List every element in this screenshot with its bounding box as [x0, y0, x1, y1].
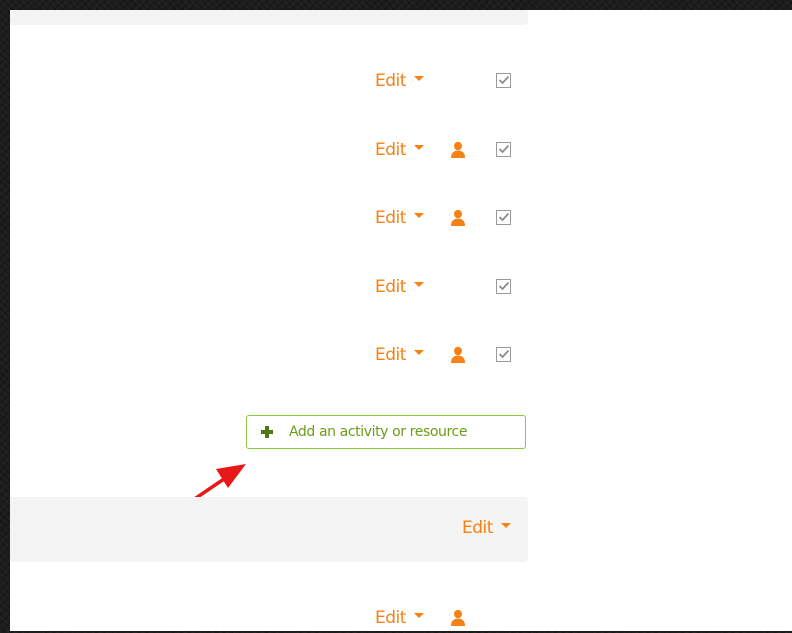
checkmark-icon: [498, 75, 510, 85]
section-header-top: [10, 10, 528, 25]
caret-down-icon: [500, 522, 511, 528]
user-icon: [451, 209, 465, 226]
activity-row: Edit: [10, 203, 528, 233]
checkmark-icon: [498, 281, 510, 291]
edit-menu[interactable]: Edit: [375, 71, 424, 91]
course-page: Edit Edit Edit Edit Edit Add an activity…: [10, 10, 792, 631]
activity-row: Edit: [10, 340, 528, 370]
edit-label: Edit: [375, 277, 406, 297]
edit-label: Edit: [375, 345, 406, 365]
checkmark-icon: [498, 349, 510, 359]
edit-label: Edit: [375, 140, 406, 160]
user-icon: [451, 609, 465, 626]
completion-checkbox[interactable]: [496, 347, 511, 362]
plus-icon: [261, 426, 273, 438]
completion-checkbox[interactable]: [496, 73, 511, 88]
checkmark-icon: [498, 212, 510, 222]
edit-menu[interactable]: Edit: [375, 208, 424, 228]
add-activity-label: Add an activity or resource: [289, 424, 468, 440]
caret-down-icon: [413, 212, 424, 218]
user-icon: [451, 141, 465, 158]
activity-row: Edit: [10, 603, 528, 633]
completion-checkbox[interactable]: [496, 142, 511, 157]
completion-checkbox[interactable]: [496, 210, 511, 225]
caret-down-icon: [413, 612, 424, 618]
section-header: Edit: [10, 497, 528, 562]
activity-row: Edit: [10, 135, 528, 165]
edit-menu[interactable]: Edit: [375, 140, 424, 160]
activity-row: Edit: [10, 272, 528, 302]
caret-down-icon: [413, 144, 424, 150]
user-icon: [451, 346, 465, 363]
checkmark-icon: [498, 144, 510, 154]
edit-label: Edit: [375, 608, 406, 628]
edit-label: Edit: [375, 71, 406, 91]
edit-label: Edit: [462, 518, 493, 538]
edit-menu[interactable]: Edit: [375, 345, 424, 365]
activity-row: Edit: [10, 66, 528, 96]
caret-down-icon: [413, 349, 424, 355]
edit-menu[interactable]: Edit: [375, 277, 424, 297]
caret-down-icon: [413, 75, 424, 81]
section-edit-menu[interactable]: Edit: [462, 518, 511, 538]
completion-checkbox[interactable]: [496, 279, 511, 294]
caret-down-icon: [413, 281, 424, 287]
edit-label: Edit: [375, 208, 406, 228]
edit-menu[interactable]: Edit: [375, 608, 424, 628]
add-activity-button[interactable]: Add an activity or resource: [246, 415, 526, 449]
